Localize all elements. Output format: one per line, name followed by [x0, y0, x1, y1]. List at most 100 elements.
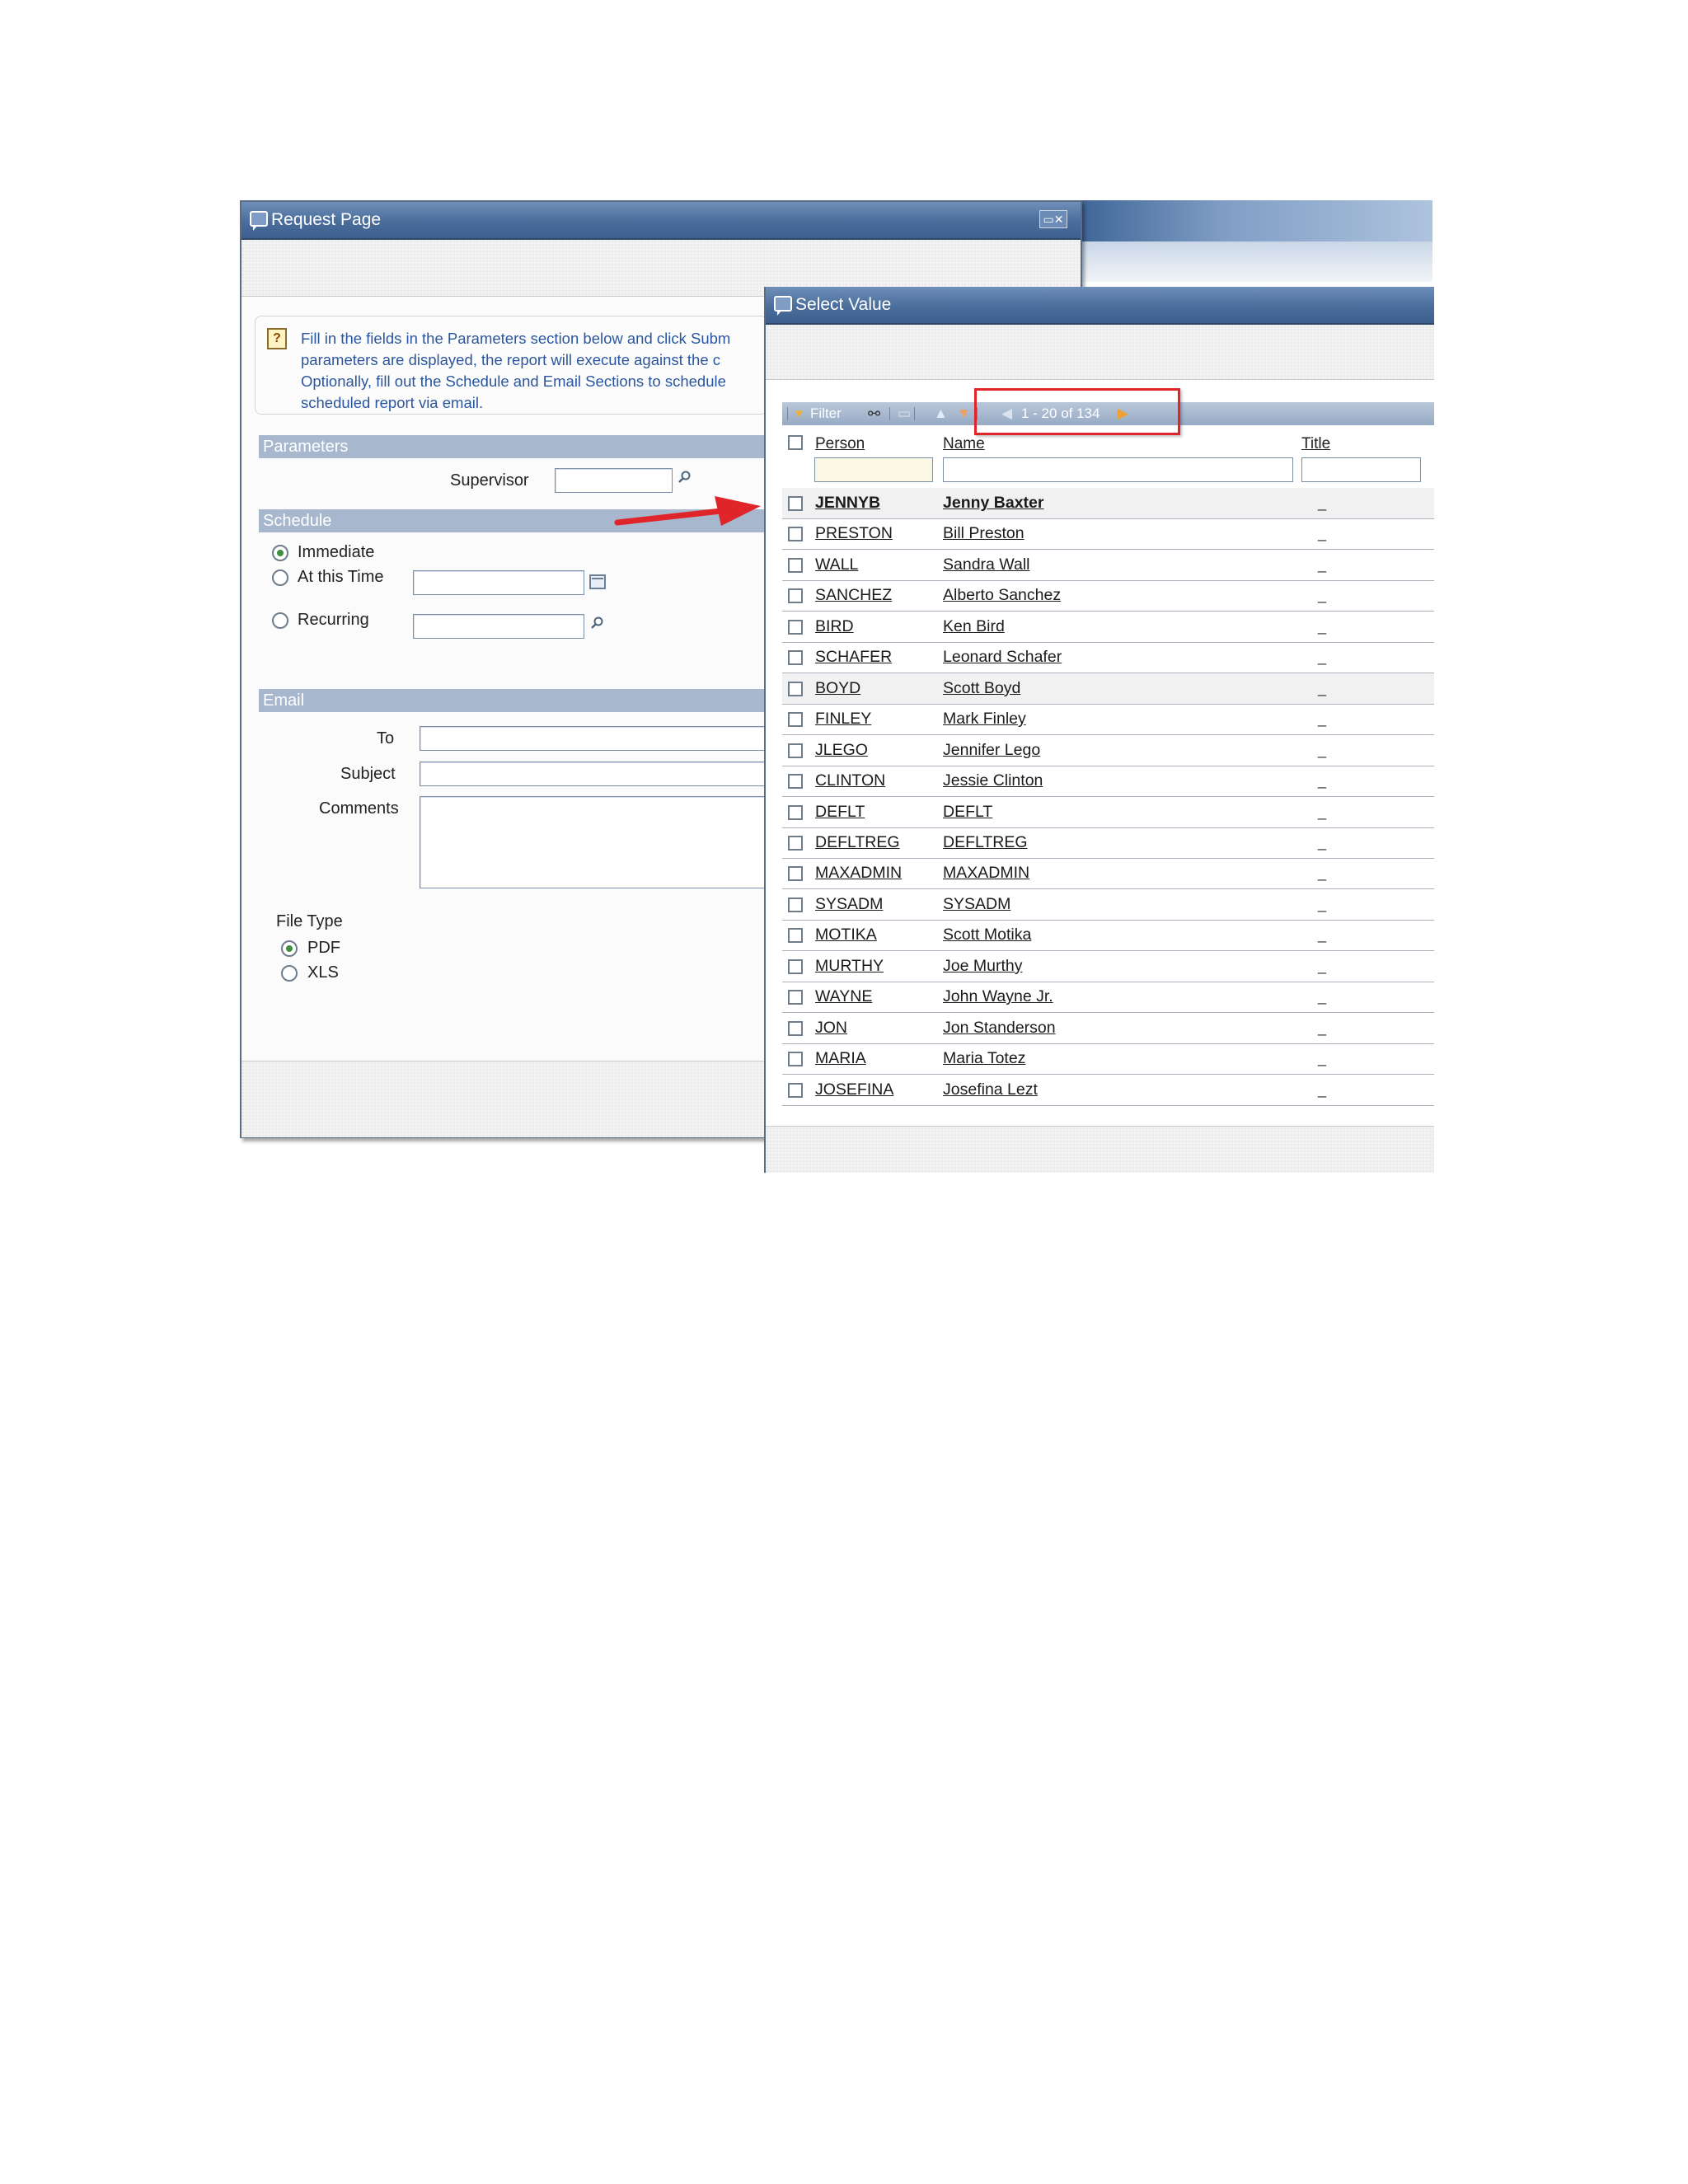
name-link[interactable]: Maria Totez [943, 1049, 1025, 1068]
person-filter-input[interactable] [814, 457, 933, 482]
column-header-title[interactable]: Title [1301, 435, 1330, 453]
row-checkbox[interactable] [788, 958, 803, 974]
person-link[interactable]: DEFLT [815, 803, 865, 822]
table-row[interactable]: FINLEY Mark Finley _ [782, 704, 1434, 736]
clear-filter-icon[interactable]: ▭ [898, 402, 911, 425]
table-row[interactable]: DEFLTREG DEFLTREG _ [782, 827, 1434, 859]
calendar-icon[interactable] [589, 574, 606, 589]
name-link[interactable]: Jessie Clinton [943, 771, 1043, 790]
row-checkbox[interactable] [788, 1052, 803, 1067]
table-row[interactable]: JENNYB Jenny Baxter _ [782, 488, 1434, 519]
table-row[interactable]: SYSADM SYSADM _ [782, 889, 1434, 921]
person-link[interactable]: SYSADM [815, 895, 883, 914]
recurring-input[interactable] [413, 614, 584, 639]
close-window-button[interactable]: ▭✕ [1039, 210, 1067, 228]
subject-input[interactable] [420, 762, 766, 786]
name-link[interactable]: Joe Murthy [943, 957, 1022, 976]
person-link[interactable]: PRESTON [815, 524, 893, 543]
table-row[interactable]: MARIA Maria Totez _ [782, 1043, 1434, 1076]
comments-textarea[interactable] [420, 796, 766, 888]
row-checkbox[interactable] [788, 496, 803, 511]
to-input[interactable] [420, 726, 766, 751]
immediate-radio[interactable] [272, 545, 288, 561]
name-link[interactable]: Jennifer Lego [943, 741, 1040, 760]
row-checkbox[interactable] [788, 835, 803, 851]
person-link[interactable]: JOSEFINA [815, 1080, 893, 1099]
name-link[interactable]: Josefina Lezt [943, 1080, 1038, 1099]
person-link[interactable]: BIRD [815, 617, 854, 636]
name-link[interactable]: Bill Preston [943, 524, 1025, 543]
name-link[interactable]: DEFLTREG [943, 833, 1028, 852]
person-link[interactable]: MOTIKA [815, 926, 877, 944]
table-row[interactable]: MOTIKA Scott Motika _ [782, 920, 1434, 952]
row-checkbox[interactable] [788, 743, 803, 758]
row-checkbox[interactable] [788, 866, 803, 882]
down-arrow-icon[interactable]: ▼ [957, 402, 971, 425]
table-row[interactable]: PRESTON Bill Preston _ [782, 518, 1434, 551]
column-header-name[interactable]: Name [943, 435, 985, 453]
row-checkbox[interactable] [788, 681, 803, 696]
table-row[interactable]: BOYD Scott Boyd _ [782, 673, 1434, 705]
supervisor-input[interactable] [555, 468, 673, 493]
person-link[interactable]: JON [815, 1019, 847, 1038]
row-checkbox[interactable] [788, 557, 803, 573]
table-row[interactable]: BIRD Ken Bird _ [782, 612, 1434, 643]
person-link[interactable]: JLEGO [815, 741, 868, 760]
row-checkbox[interactable] [788, 1020, 803, 1036]
name-link[interactable]: Sandra Wall [943, 555, 1030, 574]
name-link[interactable]: Jenny Baxter [943, 494, 1043, 513]
row-checkbox[interactable] [788, 804, 803, 820]
name-link[interactable]: Ken Bird [943, 617, 1005, 636]
table-row[interactable]: JON Jon Standerson _ [782, 1013, 1434, 1044]
table-row[interactable]: DEFLT DEFLT _ [782, 797, 1434, 828]
table-row[interactable]: JLEGO Jennifer Lego _ [782, 735, 1434, 766]
name-link[interactable]: Scott Boyd [943, 679, 1020, 698]
row-checkbox[interactable] [788, 774, 803, 790]
row-checkbox[interactable] [788, 897, 803, 912]
select-value-titlebar[interactable]: Select Value [766, 287, 1434, 325]
row-checkbox[interactable] [788, 650, 803, 666]
person-link[interactable]: SANCHEZ [815, 586, 892, 605]
table-row[interactable]: MURTHY Joe Murthy _ [782, 951, 1434, 982]
title-filter-input[interactable] [1301, 457, 1421, 482]
name-link[interactable]: MAXADMIN [943, 864, 1029, 883]
name-link[interactable]: DEFLT [943, 803, 992, 822]
lookup-icon[interactable] [678, 471, 691, 484]
row-checkbox[interactable] [788, 1082, 803, 1098]
row-checkbox[interactable] [788, 928, 803, 944]
person-link[interactable]: DEFLTREG [815, 833, 900, 852]
pdf-radio[interactable] [281, 940, 298, 957]
person-link[interactable]: JENNYB [815, 494, 880, 513]
table-row[interactable]: WAYNE John Wayne Jr. _ [782, 982, 1434, 1014]
table-row[interactable]: MAXADMIN MAXADMIN _ [782, 858, 1434, 890]
at-this-time-radio[interactable] [272, 569, 288, 586]
person-link[interactable]: MAXADMIN [815, 864, 902, 883]
filter-button[interactable]: Filter [810, 402, 842, 425]
filter-icon[interactable]: ▾ [795, 402, 803, 425]
row-checkbox[interactable] [788, 712, 803, 728]
row-checkbox[interactable] [788, 588, 803, 604]
name-link[interactable]: John Wayne Jr. [943, 987, 1053, 1006]
xls-radio[interactable] [281, 965, 298, 982]
name-link[interactable]: Mark Finley [943, 710, 1026, 729]
name-link[interactable]: Leonard Schafer [943, 648, 1062, 667]
binoculars-icon[interactable]: ⚯ [868, 402, 880, 425]
name-link[interactable]: Jon Standerson [943, 1019, 1056, 1038]
person-link[interactable]: MARIA [815, 1049, 866, 1068]
person-link[interactable]: SCHAFER [815, 648, 892, 667]
name-filter-input[interactable] [943, 457, 1293, 482]
table-row[interactable]: WALL Sandra Wall _ [782, 550, 1434, 581]
at-this-time-input[interactable] [413, 570, 584, 595]
recurring-radio[interactable] [272, 612, 288, 629]
up-arrow-icon[interactable]: ▲ [934, 402, 948, 425]
name-link[interactable]: Scott Motika [943, 926, 1031, 944]
person-link[interactable]: CLINTON [815, 771, 885, 790]
select-all-checkbox[interactable] [788, 435, 803, 450]
person-link[interactable]: BOYD [815, 679, 860, 698]
recurring-lookup-icon[interactable] [590, 616, 603, 630]
person-link[interactable]: FINLEY [815, 710, 871, 729]
table-row[interactable]: JOSEFINA Josefina Lezt _ [782, 1075, 1434, 1106]
request-page-titlebar[interactable]: Request Page ▭✕ [241, 202, 1081, 240]
row-checkbox[interactable] [788, 619, 803, 635]
name-link[interactable]: Alberto Sanchez [943, 586, 1061, 605]
